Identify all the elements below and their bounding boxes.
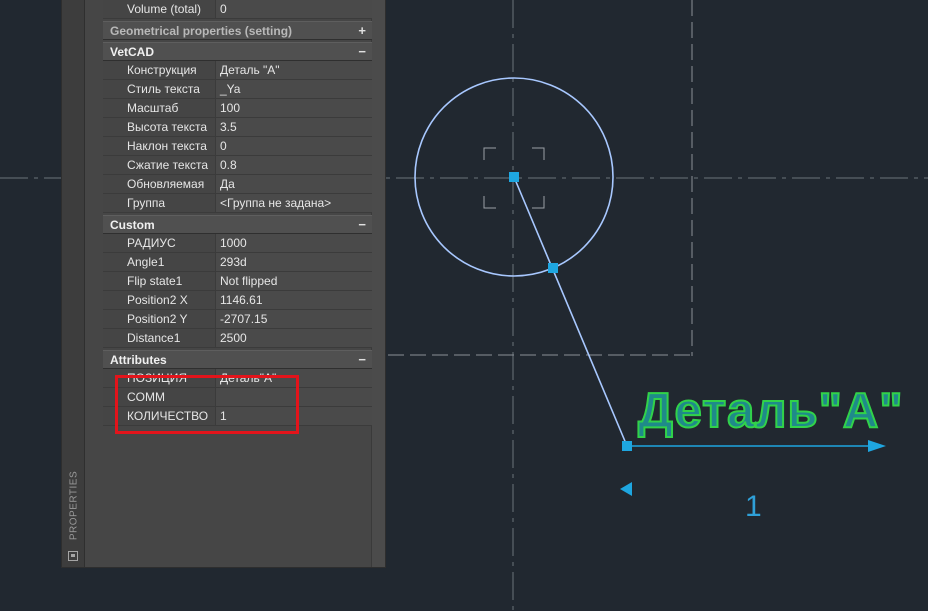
- property-value[interactable]: 1146.61: [216, 291, 372, 309]
- collapse-icon[interactable]: −: [358, 44, 366, 59]
- property-value[interactable]: 3.5: [216, 118, 372, 136]
- grip-circle-edge[interactable]: [548, 263, 558, 273]
- property-row[interactable]: Наклон текста 0: [103, 137, 372, 156]
- property-key: Стиль текста: [103, 80, 216, 98]
- section-title: VetCAD: [110, 44, 155, 59]
- section-header-geometrical-properties-setting[interactable]: Geometrical properties (setting) +: [103, 21, 372, 40]
- arrow-left-icon[interactable]: [620, 482, 632, 496]
- section-title: Attributes: [110, 352, 167, 367]
- collapse-icon[interactable]: −: [358, 352, 366, 367]
- property-row[interactable]: Volume (total) 0: [103, 0, 372, 19]
- grip-leader-end[interactable]: [622, 441, 632, 451]
- property-row[interactable]: Position2 X 1146.61: [103, 291, 372, 310]
- property-key: Масштаб: [103, 99, 216, 117]
- section-header-custom[interactable]: Custom −: [103, 215, 372, 234]
- palette-scrollbar[interactable]: [371, 0, 385, 567]
- property-value[interactable]: -2707.15: [216, 310, 372, 328]
- property-key: КОЛИЧЕСТВО: [103, 407, 216, 425]
- property-value[interactable]: Not flipped: [216, 272, 372, 290]
- property-value[interactable]: 0.8: [216, 156, 372, 174]
- property-key: Position2 X: [103, 291, 216, 309]
- property-row[interactable]: Конструкция Деталь "А": [103, 61, 372, 80]
- property-row[interactable]: Обновляемая Да: [103, 175, 372, 194]
- property-row[interactable]: Сжатие текста 0.8: [103, 156, 372, 175]
- property-key: COMM: [103, 388, 216, 406]
- property-row[interactable]: Position2 Y -2707.15: [103, 310, 372, 329]
- property-value[interactable]: 0: [216, 0, 372, 18]
- property-grid: Volume (total) 0 Geometrical properties (s…: [103, 0, 372, 426]
- palette-settings-icon[interactable]: [68, 551, 78, 561]
- property-key: Position2 Y: [103, 310, 216, 328]
- arrow-right-icon[interactable]: [868, 440, 886, 452]
- leader-line[interactable]: [513, 176, 628, 447]
- position-number[interactable]: 1: [745, 490, 762, 524]
- property-row[interactable]: Angle1 293d: [103, 253, 372, 272]
- property-value[interactable]: Да: [216, 175, 372, 193]
- property-row[interactable]: КОЛИЧЕСТВО 1: [103, 407, 372, 426]
- palette-title-strip[interactable]: PROPERTIES: [62, 0, 85, 567]
- grip-center[interactable]: [509, 172, 519, 182]
- property-key: ПОЗИЦИЯ: [103, 369, 216, 387]
- property-row[interactable]: ПОЗИЦИЯ Деталь"А": [103, 369, 372, 388]
- property-key: Наклон текста: [103, 137, 216, 155]
- section-header-vetcad[interactable]: VetCAD −: [103, 42, 372, 61]
- section-title: Geometrical properties (setting): [110, 23, 293, 38]
- property-value[interactable]: 100: [216, 99, 372, 117]
- property-row[interactable]: Flip state1 Not flipped: [103, 272, 372, 291]
- property-value[interactable]: 1: [216, 407, 372, 425]
- property-key: Высота текста: [103, 118, 216, 136]
- detail-label-text[interactable]: Деталь"А": [637, 383, 903, 439]
- collapse-icon[interactable]: −: [358, 217, 366, 232]
- property-key: Сжатие текста: [103, 156, 216, 174]
- expand-icon[interactable]: +: [358, 23, 366, 38]
- property-key: Конструкция: [103, 61, 216, 79]
- property-row[interactable]: COMM: [103, 388, 372, 407]
- properties-palette[interactable]: PROPERTIES Volume (total) 0 Geometrical pr…: [61, 0, 386, 568]
- section-title: Custom: [110, 217, 155, 232]
- property-row[interactable]: Distance1 2500: [103, 329, 372, 348]
- property-value[interactable]: [216, 388, 372, 406]
- property-value[interactable]: Деталь "А": [216, 61, 372, 79]
- property-value[interactable]: _Ya: [216, 80, 372, 98]
- property-value[interactable]: 2500: [216, 329, 372, 347]
- property-value[interactable]: Деталь"А": [216, 369, 372, 387]
- property-key: Flip state1: [103, 272, 216, 290]
- property-row[interactable]: Стиль текста _Ya: [103, 80, 372, 99]
- property-key: Группа: [103, 194, 216, 212]
- property-value[interactable]: <Группа не задана>: [216, 194, 372, 212]
- property-key: Angle1: [103, 253, 216, 271]
- property-row[interactable]: РАДИУС 1000: [103, 234, 372, 253]
- palette-title: PROPERTIES: [68, 470, 80, 541]
- property-key: РАДИУС: [103, 234, 216, 252]
- property-key: Volume (total): [103, 0, 216, 18]
- property-row[interactable]: Группа <Группа не задана>: [103, 194, 372, 213]
- property-value[interactable]: 1000: [216, 234, 372, 252]
- section-header-attributes[interactable]: Attributes −: [103, 350, 372, 369]
- property-key: Обновляемая: [103, 175, 216, 193]
- property-row[interactable]: Высота текста 3.5: [103, 118, 372, 137]
- property-value[interactable]: 293d: [216, 253, 372, 271]
- property-key: Distance1: [103, 329, 216, 347]
- property-value[interactable]: 0: [216, 137, 372, 155]
- property-row[interactable]: Масштаб 100: [103, 99, 372, 118]
